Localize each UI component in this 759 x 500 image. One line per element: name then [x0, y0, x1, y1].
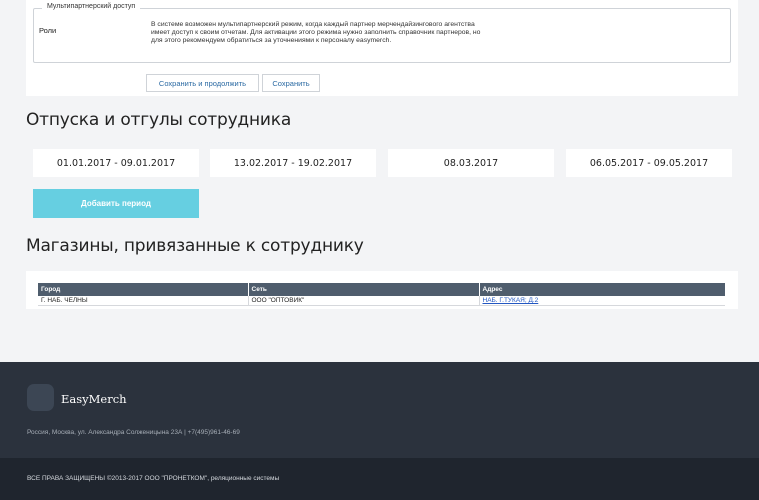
cell-chain: ООО "ОПТОВИК" — [248, 296, 480, 306]
shops-heading: Магазины, привязанные к сотруднику — [26, 236, 364, 256]
vacation-period[interactable]: 06.05.2017 - 09.05.2017 — [566, 149, 732, 177]
partner-access-fieldset: Мультипартнерский доступ Роли В системе … — [33, 3, 731, 63]
fieldset-legend: Мультипартнерский доступ — [42, 3, 141, 10]
column-header-city[interactable]: Город — [38, 283, 249, 296]
table-header-row: Город Сеть Адрес — [38, 283, 725, 296]
cell-address: НАБ. Г.ТУКАЯ; Д.2 — [479, 296, 725, 306]
roles-description: В системе возможен мультипартнерский реж… — [151, 21, 481, 45]
column-header-chain[interactable]: Сеть — [248, 283, 480, 296]
save-and-continue-button[interactable]: Сохранить и продолжить — [146, 74, 259, 92]
vacation-period[interactable]: 01.01.2017 - 09.01.2017 — [33, 149, 199, 177]
footer-bottom-bar: ВСЕ ПРАВА ЗАЩИЩЕНЫ ©2013-2017 ООО "ПРОНЕ… — [0, 458, 759, 500]
vacation-period[interactable]: 08.03.2017 — [388, 149, 554, 177]
footer: EasyMerch Россия, Москва, ул. Александра… — [0, 362, 759, 458]
shops-table-card: Город Сеть Адрес Г. НАБ. ЧЕЛНЫ ООО "ОПТО… — [26, 271, 738, 309]
footer-address: Россия, Москва, ул. Александра Солженицы… — [27, 429, 240, 436]
vacations-heading: Отпуска и отгулы сотрудника — [26, 110, 292, 130]
copyright-text: ВСЕ ПРАВА ЗАЩИЩЕНЫ ©2013-2017 ООО "ПРОНЕ… — [27, 475, 280, 482]
brand-name[interactable]: EasyMerch — [61, 392, 127, 406]
table-row: Г. НАБ. ЧЕЛНЫ ООО "ОПТОВИК" НАБ. Г.ТУКАЯ… — [38, 296, 725, 306]
column-header-address[interactable]: Адрес — [479, 283, 725, 296]
vacation-period[interactable]: 13.02.2017 - 19.02.2017 — [210, 149, 376, 177]
logo-icon — [27, 384, 54, 411]
save-button[interactable]: Сохранить — [262, 74, 320, 92]
shops-table: Город Сеть Адрес Г. НАБ. ЧЕЛНЫ ООО "ОПТО… — [38, 283, 725, 306]
add-period-button[interactable]: Добавить период — [33, 189, 199, 218]
cell-city: Г. НАБ. ЧЕЛНЫ — [38, 296, 249, 306]
address-link[interactable]: НАБ. Г.ТУКАЯ; Д.2 — [483, 297, 539, 304]
partner-access-card: Мультипартнерский доступ Роли В системе … — [26, 0, 738, 96]
roles-label: Роли — [39, 26, 57, 35]
